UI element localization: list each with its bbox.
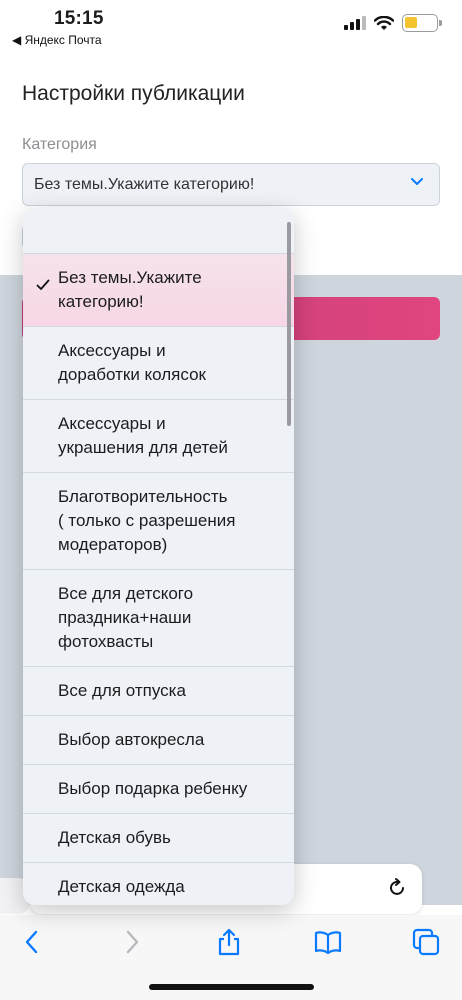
category-label: Категория [22,136,97,153]
category-select[interactable]: Без темы.Укажите категорию! [22,163,440,206]
tabs-icon[interactable] [411,927,441,957]
status-bar: 15:15 ◀ Яндекс Почта [0,0,462,56]
dropdown-option-label: Благотворительность ( только с разрешени… [58,487,236,554]
book-icon[interactable] [313,927,343,957]
checkmark-icon [36,279,50,290]
reload-icon[interactable] [386,877,408,899]
dropdown-option[interactable]: Детская одежда [23,863,294,905]
dropdown-empty-option[interactable] [23,208,294,254]
dropdown-option-label: Детская одежда [58,877,185,896]
dropdown-option-label: Выбор автокресла [58,730,205,749]
dropdown-option[interactable]: Аксессуары и доработки колясок [23,327,294,400]
dropdown-option-label: Аксессуары и украшения для детей [58,414,228,457]
dropdown-option-label: Все для детского праздника+наши фотохвас… [58,584,194,651]
dropdown-option-label: Выбор подарка ребенку [58,779,248,798]
dropdown-option-list: Без темы.Укажите категорию! Аксессуары и … [23,254,294,905]
dropdown-option-label: Детская обувь [58,828,171,847]
dropdown-scrollbar[interactable] [287,222,291,426]
dropdown-option-label: Без темы.Укажите категорию! [58,268,202,311]
cellular-signal-icon [344,16,366,30]
status-icons [344,14,442,32]
battery-icon [402,14,442,32]
category-dropdown[interactable]: Без темы.Укажите категорию! Аксессуары и … [23,208,294,905]
dropdown-option[interactable]: Аксессуары и украшения для детей [23,400,294,473]
chevron-left-icon[interactable] [17,927,47,957]
browser-toolbar [0,915,462,1000]
home-indicator [149,984,314,990]
share-icon[interactable] [214,927,244,957]
battery-level [405,17,417,28]
clock: 15:15 [54,8,104,29]
dropdown-option-label: Аксессуары и доработки колясок [58,341,206,384]
dropdown-option[interactable]: Детская обувь [23,814,294,863]
back-to-app-link[interactable]: ◀ Яндекс Почта [12,33,102,47]
dropdown-option[interactable]: Выбор автокресла [23,716,294,765]
dropdown-option[interactable]: Все для детского праздника+наши фотохвас… [23,570,294,667]
chevron-down-icon [411,178,423,185]
dropdown-option[interactable]: Благотворительность ( только с разрешени… [23,473,294,570]
chevron-right-icon[interactable] [117,927,147,957]
dropdown-option[interactable]: Все для отпуска [23,667,294,716]
wifi-icon [374,15,394,30]
dropdown-option-label: Все для отпуска [58,681,186,700]
page-title: Настройки публикации [22,82,245,105]
category-select-value: Без темы.Укажите категорию! [34,176,255,193]
dropdown-option[interactable]: Без темы.Укажите категорию! [23,254,294,327]
dropdown-option[interactable]: Выбор подарка ребенку [23,765,294,814]
